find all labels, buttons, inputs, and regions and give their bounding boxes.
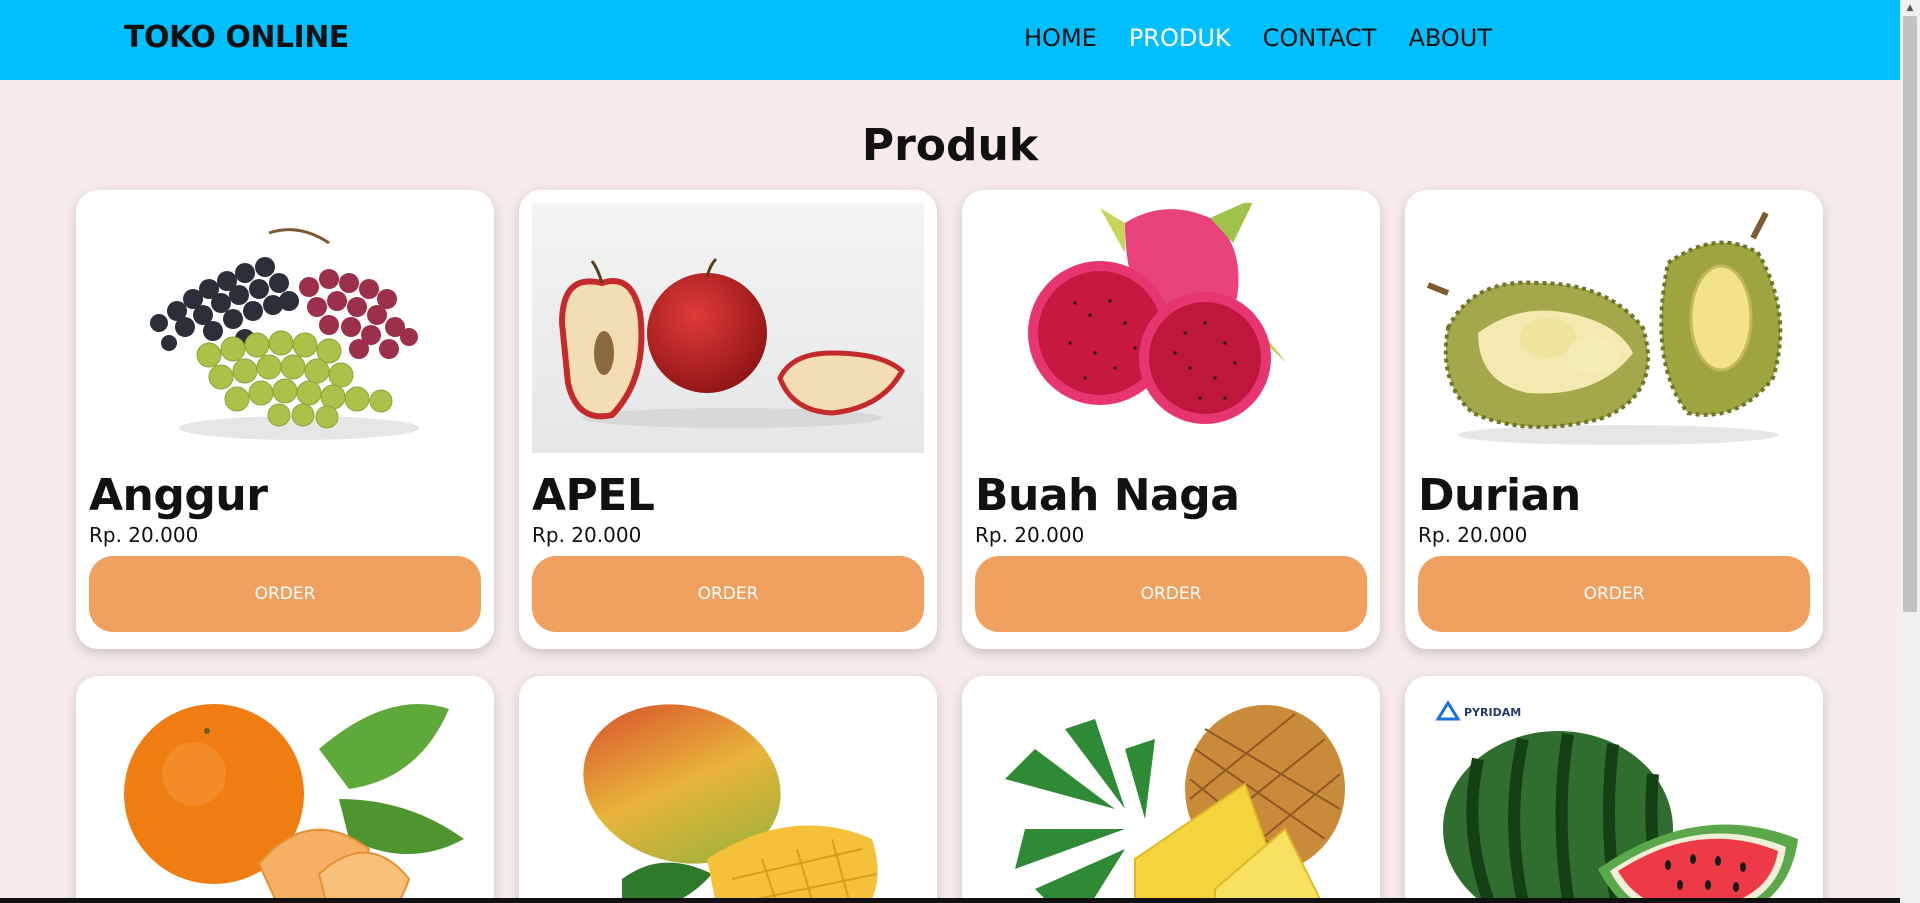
product-price: Rp. 20.000 xyxy=(532,523,642,547)
order-button[interactable]: ORDER xyxy=(975,556,1367,632)
product-price: Rp. 20.000 xyxy=(89,523,199,547)
pineapple-image xyxy=(975,689,1367,903)
bottom-edge-bar xyxy=(0,898,1900,903)
main-nav: HOME PRODUK CONTACT ABOUT xyxy=(1024,24,1492,52)
apple-image xyxy=(532,203,924,453)
durian-image xyxy=(1418,203,1810,453)
brand-logo[interactable]: TOKO ONLINE xyxy=(124,20,349,55)
product-card-durian: Durian Rp. 20.000 ORDER xyxy=(1405,190,1823,649)
scroll-up-icon[interactable]: ▲ xyxy=(1900,0,1920,16)
dragon-fruit-image xyxy=(975,203,1367,453)
product-name: Anggur xyxy=(89,470,268,521)
product-card-apel: APEL Rp. 20.000 ORDER xyxy=(519,190,937,649)
order-button[interactable]: ORDER xyxy=(89,556,481,632)
vertical-scrollbar[interactable]: ▲ xyxy=(1900,0,1920,903)
product-price: Rp. 20.000 xyxy=(1418,523,1528,547)
nav-produk[interactable]: PRODUK xyxy=(1129,24,1231,52)
product-price: Rp. 20.000 xyxy=(975,523,1085,547)
watermelon-image: PYRIDAM xyxy=(1418,689,1810,903)
scrollbar-thumb[interactable] xyxy=(1903,16,1917,612)
product-card-anggur: Anggur Rp. 20.000 ORDER xyxy=(76,190,494,649)
product-name: Buah Naga xyxy=(975,470,1240,521)
nav-about[interactable]: ABOUT xyxy=(1408,24,1492,52)
mango-image xyxy=(532,689,924,903)
pyridam-logo-text: PYRIDAM xyxy=(1464,706,1521,719)
product-card-buah-naga: Buah Naga Rp. 20.000 ORDER xyxy=(962,190,1380,649)
product-card-orange xyxy=(76,676,494,903)
order-button[interactable]: ORDER xyxy=(532,556,924,632)
nav-home[interactable]: HOME xyxy=(1024,24,1097,52)
nav-contact[interactable]: CONTACT xyxy=(1263,24,1377,52)
product-card-mango xyxy=(519,676,937,903)
order-button[interactable]: ORDER xyxy=(1418,556,1810,632)
navbar: TOKO ONLINE HOME PRODUK CONTACT ABOUT xyxy=(0,0,1900,80)
page-title: Produk xyxy=(861,120,1039,171)
product-name: Durian xyxy=(1418,470,1581,521)
orange-image xyxy=(89,689,481,903)
grapes-image xyxy=(89,203,481,453)
product-card-pineapple xyxy=(962,676,1380,903)
product-name: APEL xyxy=(532,470,655,521)
product-card-watermelon: PYRIDAM xyxy=(1405,676,1823,903)
